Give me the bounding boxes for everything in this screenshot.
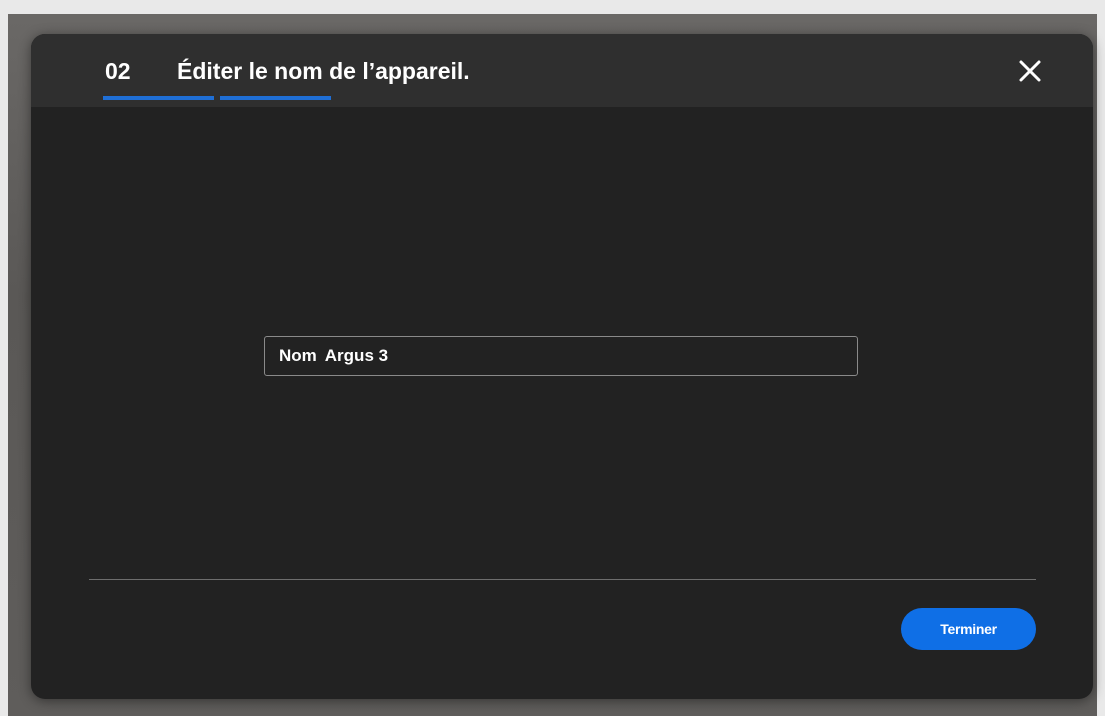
name-field-label: Nom — [279, 346, 317, 365]
dialog-header: 02 Éditer le nom de l’appareil. — [31, 34, 1093, 107]
device-name-input[interactable] — [324, 346, 805, 366]
close-button[interactable] — [1017, 58, 1043, 84]
finish-button[interactable]: Terminer — [901, 608, 1036, 650]
edit-device-name-dialog: 02 Éditer le nom de l’appareil. Nom Term… — [31, 34, 1093, 699]
footer-divider — [89, 579, 1036, 580]
progress-segment-2 — [220, 96, 331, 100]
step-number: 02 — [105, 58, 131, 84]
device-name-field[interactable]: Nom — [264, 336, 858, 376]
dialog-title: Éditer le nom de l’appareil. — [177, 58, 470, 84]
progress-segment-1 — [103, 96, 214, 100]
close-icon — [1019, 60, 1041, 82]
